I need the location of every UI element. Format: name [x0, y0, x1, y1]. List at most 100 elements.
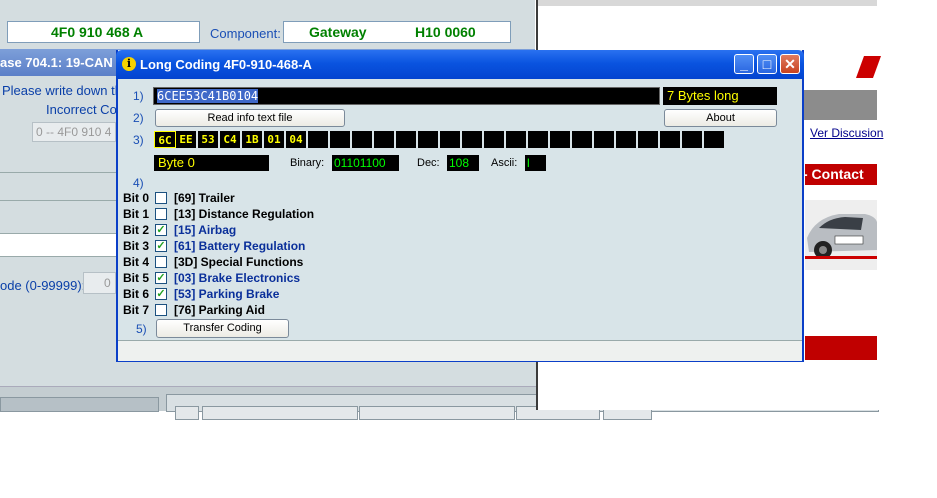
step-label: 4) [133, 176, 144, 190]
bit-number: Bit 5 [123, 271, 150, 285]
check-mark-icon: ✓ [156, 224, 166, 236]
bit-description: [13] Distance Regulation [174, 207, 315, 221]
empty-byte-cell[interactable] [352, 131, 374, 148]
dec-label: Dec: [417, 157, 440, 169]
ascii-value: l [525, 155, 546, 171]
empty-byte-cell[interactable] [704, 131, 726, 148]
empty-byte-cell[interactable] [682, 131, 704, 148]
car-image [805, 200, 877, 270]
minimize-button[interactable]: _ [734, 54, 754, 74]
selected-byte-label: Byte 0 [154, 155, 269, 171]
browser-toolbar-strip [538, 0, 877, 6]
byte-cell[interactable]: EE [176, 131, 198, 148]
bit-number: Bit 4 [123, 255, 150, 269]
empty-byte-cell[interactable] [308, 131, 330, 148]
background-caption-text: ase 704.1: 19-CAN [0, 55, 113, 70]
byte-cell[interactable]: 04 [286, 131, 308, 148]
byte-strip: 6C EE 53 C4 1B 01 04 [154, 131, 730, 148]
dialog-status-bar [118, 340, 802, 361]
bit-description: [3D] Special Functions [174, 255, 304, 269]
bit-checkbox[interactable] [155, 192, 167, 204]
empty-byte-cell[interactable] [616, 131, 638, 148]
bit-checkbox[interactable]: ✓ [155, 288, 167, 300]
check-mark-icon: ✓ [156, 272, 166, 284]
code-label: ode (0-99999): [0, 278, 86, 293]
empty-byte-cell[interactable] [550, 131, 572, 148]
empty-byte-cell[interactable] [506, 131, 528, 148]
empty-byte-cell[interactable] [528, 131, 550, 148]
about-button[interactable]: About [664, 109, 777, 127]
ascii-label: Ascii: [491, 157, 518, 169]
bit-description: [15] Airbag [174, 223, 237, 237]
empty-byte-cell[interactable] [638, 131, 660, 148]
empty-byte-cell[interactable] [462, 131, 484, 148]
component-version: H10 0060 [415, 24, 476, 40]
bit-checkbox[interactable]: ✓ [155, 240, 167, 252]
step-label: 2) [133, 111, 144, 125]
empty-byte-cell[interactable] [594, 131, 616, 148]
background-white-field [0, 233, 116, 257]
byte-cell[interactable]: 1B [242, 131, 264, 148]
background-divider [0, 172, 116, 173]
bit-description: [76] Parking Aid [174, 303, 265, 317]
browser-red-strip [805, 336, 877, 360]
maximize-button[interactable]: □ [757, 54, 777, 74]
background-status-cell [359, 406, 515, 420]
background-divider [0, 200, 116, 201]
info-icon: i [122, 57, 136, 71]
empty-byte-cell[interactable] [484, 131, 506, 148]
contact-link[interactable]: - Contact [805, 166, 864, 182]
bytes-long-display: 7 Bytes long [663, 87, 777, 105]
bit-number: Bit 7 [123, 303, 150, 317]
byte-cell[interactable]: 53 [198, 131, 220, 148]
empty-byte-cell[interactable] [572, 131, 594, 148]
empty-byte-cell[interactable] [660, 131, 682, 148]
binary-label: Binary: [290, 157, 325, 169]
bit-number: Bit 1 [123, 207, 150, 221]
empty-byte-cell[interactable] [396, 131, 418, 148]
step-label: 1) [133, 89, 144, 103]
step-label: 5) [136, 322, 147, 336]
background-status-box [0, 397, 159, 412]
bit-description: [03] Brake Electronics [174, 271, 301, 285]
bit-number: Bit 6 [123, 287, 150, 301]
bit-checkbox[interactable] [155, 256, 167, 268]
byte-cell[interactable]: 01 [264, 131, 286, 148]
bit-checkbox[interactable] [155, 208, 167, 220]
coding-input[interactable]: 6CEE53C41B0104 [153, 87, 660, 105]
close-button[interactable]: ✕ [780, 54, 800, 74]
background-panel [0, 77, 116, 358]
step-label: 3) [133, 133, 144, 147]
empty-byte-cell[interactable] [374, 131, 396, 148]
contact-bar[interactable]: - Contact [805, 164, 877, 185]
incorrect-text: Incorrect Co [46, 102, 117, 117]
bit-checkbox[interactable]: ✓ [155, 224, 167, 236]
bit-checkbox[interactable] [155, 304, 167, 316]
background-grey-field: 0 -- 4F0 910 4 [32, 122, 116, 142]
empty-byte-cell[interactable] [440, 131, 462, 148]
empty-byte-cell[interactable] [330, 131, 352, 148]
binary-value: 01101100 [332, 155, 399, 171]
check-mark-icon: ✓ [156, 240, 166, 252]
bit-checkbox[interactable]: ✓ [155, 272, 167, 284]
check-mark-icon: ✓ [156, 288, 166, 300]
bit-description: [61] Battery Regulation [174, 239, 306, 253]
transfer-coding-button[interactable]: Transfer Coding [156, 319, 289, 338]
byte-cell[interactable]: C4 [220, 131, 242, 148]
read-info-button[interactable]: Read info text file [155, 109, 345, 127]
dialog-title: Long Coding 4F0-910-468-A [140, 57, 312, 72]
ver-discusion-link[interactable]: Ver Discusion [810, 126, 883, 140]
background-status-cell [202, 406, 358, 420]
component-label: Component: [210, 26, 281, 41]
coding-value: 6CEE53C41B0104 [157, 89, 259, 103]
background-status-cell [175, 406, 199, 420]
byte-cell[interactable]: 6C [154, 131, 176, 148]
bit-description: [69] Trailer [174, 191, 235, 205]
component-field: Gateway H10 0060 [283, 21, 511, 43]
bit-number: Bit 2 [123, 223, 150, 237]
bit-description: [53] Parking Brake [174, 287, 280, 301]
component-value: Gateway [309, 24, 367, 40]
empty-byte-cell[interactable] [418, 131, 440, 148]
code-input[interactable]: 0 [83, 272, 116, 294]
dec-value: 108 [447, 155, 479, 171]
